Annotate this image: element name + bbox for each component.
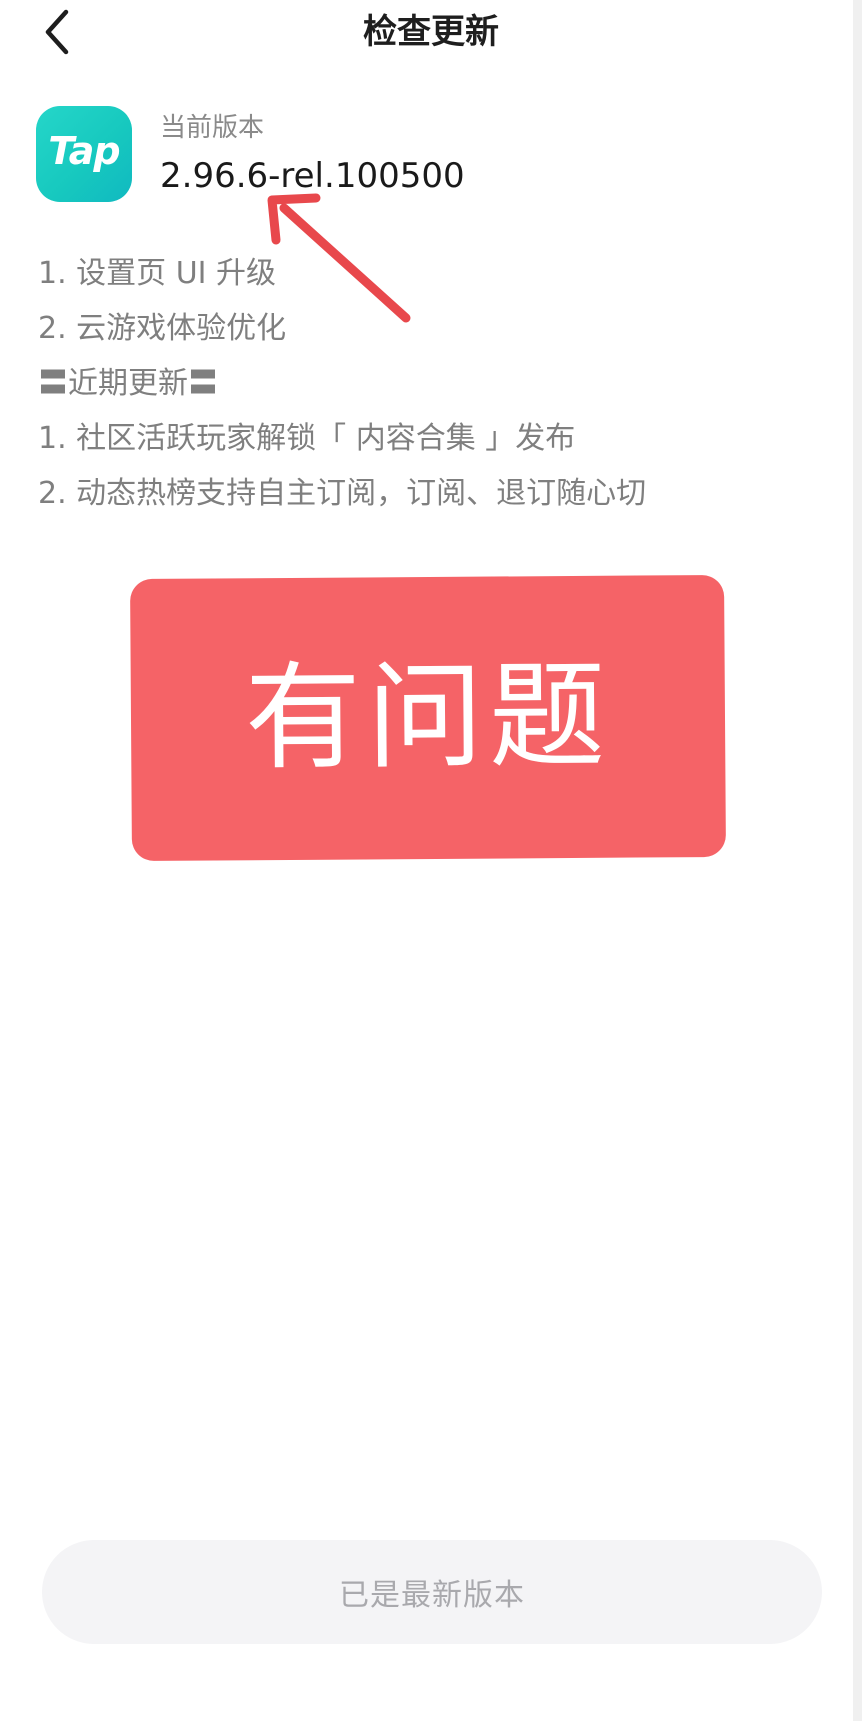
check-update-page: 检查更新 Tap 当前版本 2.96.6-rel.100500 1. 设置页 U… [0, 0, 862, 1721]
release-note-line: 1. 社区活跃玩家解锁「 内容合集 」发布 [38, 421, 576, 456]
release-note-line: 2. 云游戏体验优化 [38, 311, 287, 346]
release-note-line: 2. 动态热榜支持自主订阅，订阅、退订随心切 [38, 476, 647, 511]
screen-edge-divider [853, 0, 862, 1721]
problem-banner: 有问题 [130, 574, 726, 862]
problem-banner-text: 有问题 [244, 648, 612, 787]
current-version-value: 2.96.6-rel.100500 [160, 156, 465, 196]
latest-version-button[interactable]: 已是最新版本 [42, 1540, 822, 1644]
latest-version-label: 已是最新版本 [339, 1578, 525, 1613]
release-note-line: 1. 设置页 UI 升级 [38, 256, 277, 291]
app-icon: Tap [36, 106, 132, 202]
release-notes-section-heading: 〓近期更新〓 [38, 366, 218, 401]
release-notes: 1. 设置页 UI 升级 2. 云游戏体验优化 〓近期更新〓 1. 社区活跃玩家… [38, 246, 838, 521]
app-icon-logo-text: Tap [48, 129, 120, 173]
page-title: 检查更新 [363, 12, 499, 52]
current-version-label: 当前版本 [160, 113, 265, 143]
